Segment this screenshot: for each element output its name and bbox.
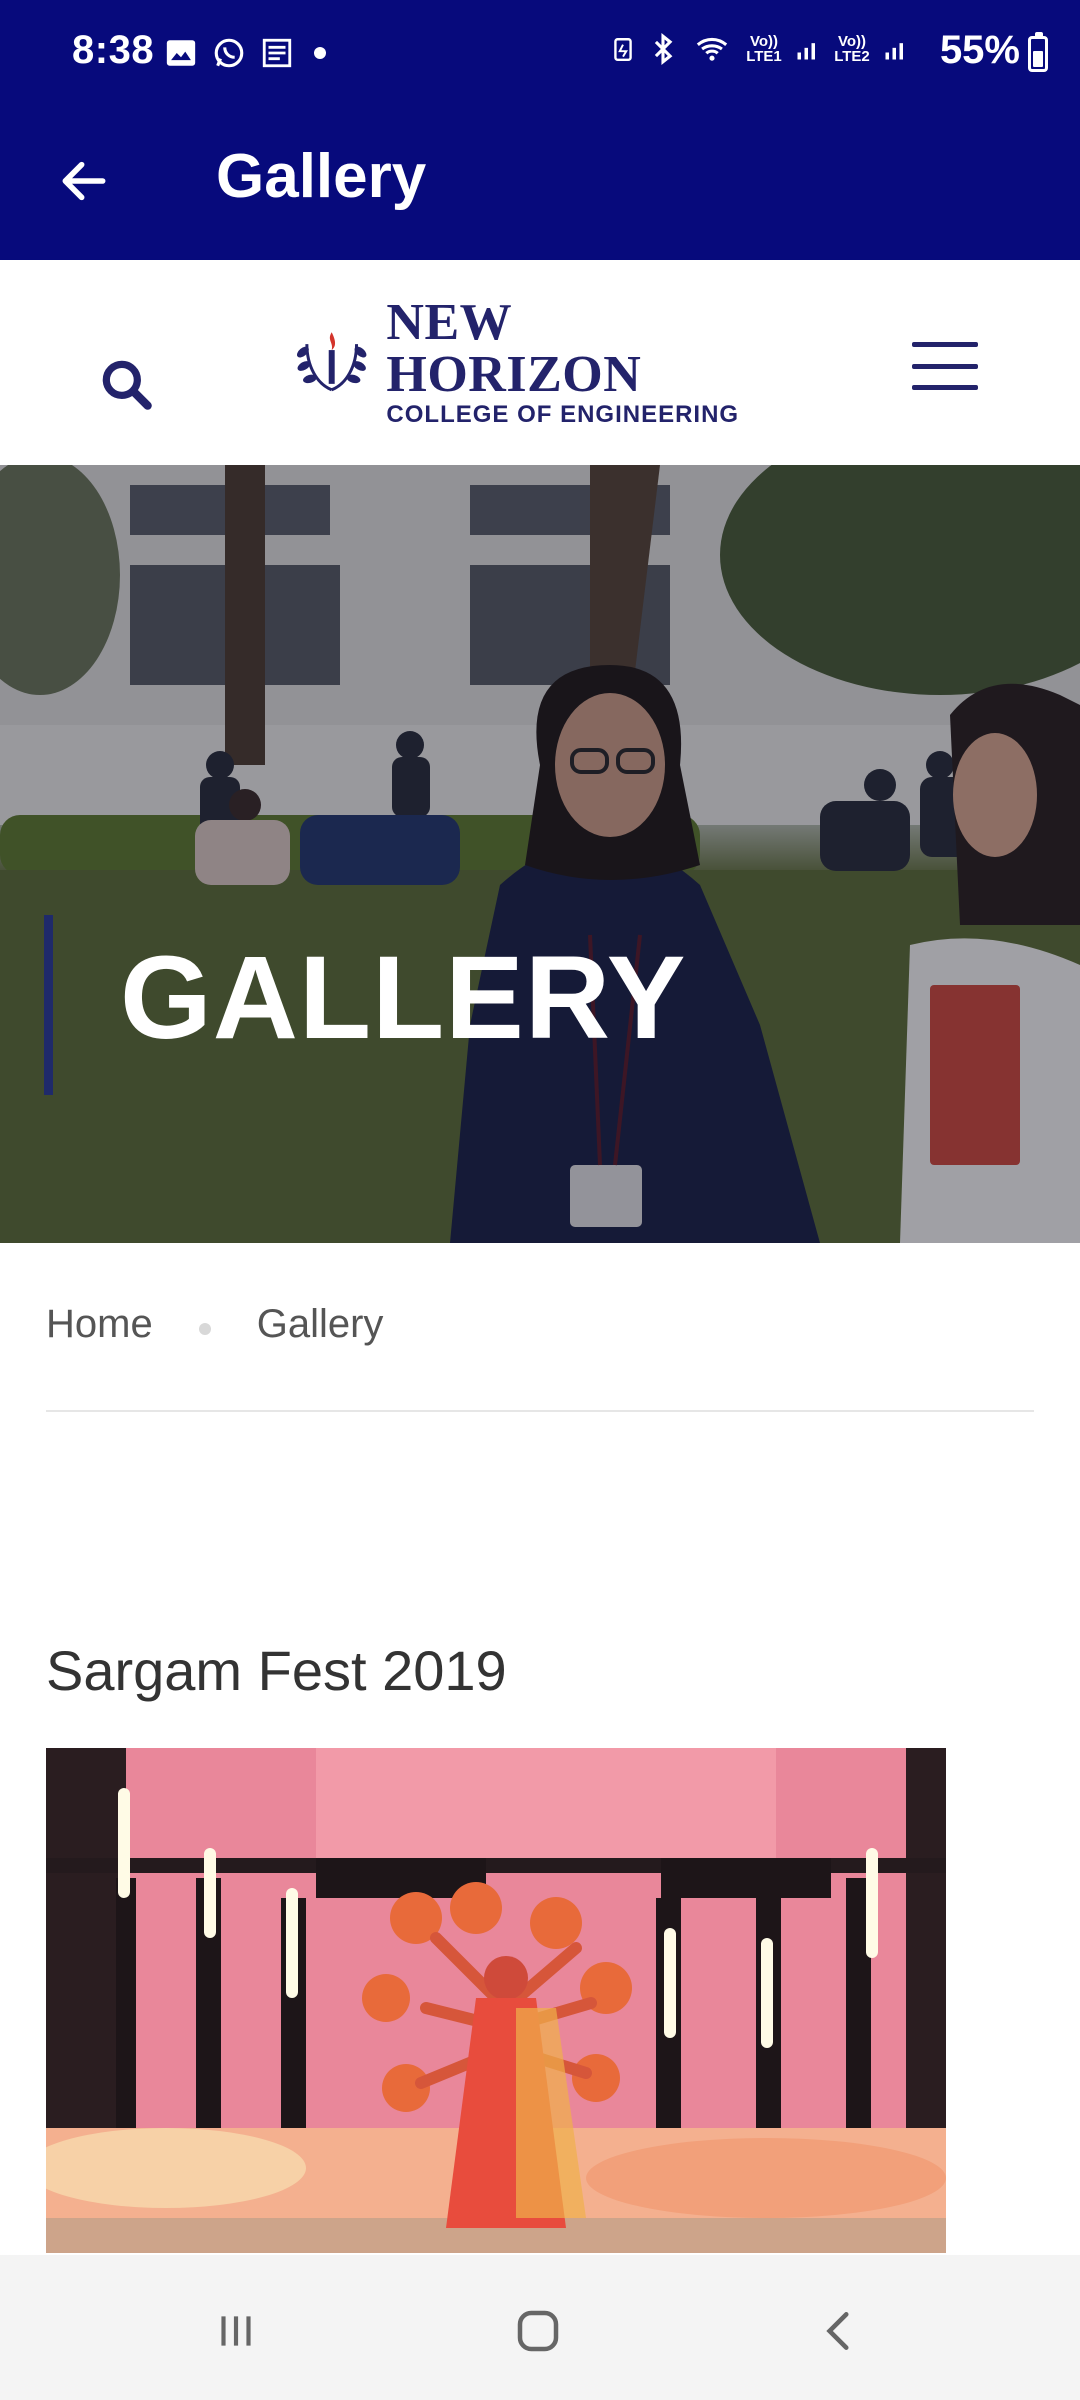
breadcrumb: Home Gallery xyxy=(46,1302,383,1347)
search-icon xyxy=(102,360,152,410)
battery-saver-icon xyxy=(614,38,632,62)
app-bar: Gallery xyxy=(0,105,1080,260)
battery-icon xyxy=(1028,32,1048,72)
gallery-photo[interactable] xyxy=(46,1748,946,2253)
system-nav-bar xyxy=(0,2255,1080,2400)
recents-icon xyxy=(221,2316,251,2346)
image-icon xyxy=(166,40,196,66)
chevron-left-icon xyxy=(826,2312,849,2350)
breadcrumb-home-link[interactable]: Home xyxy=(46,1302,153,1347)
site-header: NEW HORIZON COLLEGE OF ENGINEERING xyxy=(0,260,1080,465)
menu-icon xyxy=(912,342,978,347)
status-icons-left xyxy=(164,36,294,70)
stage-performance-image xyxy=(46,1748,946,2253)
battery-percent: 55% xyxy=(939,28,1020,72)
logo-name: NEW HORIZON xyxy=(386,294,642,403)
signal-icon xyxy=(797,43,815,60)
status-icons-right: Vo)) LTE1 Vo)) LTE2 xyxy=(610,32,910,66)
back-nav-button[interactable] xyxy=(800,2291,880,2371)
breadcrumb-current: Gallery xyxy=(256,1302,384,1346)
laurel-torch-icon xyxy=(296,332,367,392)
wifi-icon xyxy=(696,37,728,61)
whatsapp-icon xyxy=(214,38,244,68)
signal-icon xyxy=(885,43,903,60)
news-icon xyxy=(262,38,292,68)
notification-dot xyxy=(314,47,326,59)
hero-banner: GALLERY xyxy=(0,465,1080,1243)
college-logo[interactable]: NEW HORIZON COLLEGE OF ENGINEERING xyxy=(287,297,777,427)
divider xyxy=(46,1410,1034,1412)
app-title: Gallery xyxy=(216,142,427,211)
hero-overlay xyxy=(0,465,1080,1243)
home-button[interactable] xyxy=(498,2291,578,2371)
back-button[interactable] xyxy=(48,145,120,217)
recent-apps-button[interactable] xyxy=(196,2291,276,2371)
hero-title: GALLERY xyxy=(120,932,687,1064)
status-bar: 8:38 Vo)) LTE1 Vo)) LTE2 55% xyxy=(0,0,1080,105)
sim2-label: Vo)) LTE2 xyxy=(834,33,870,65)
logo-subtitle: COLLEGE OF ENGINEERING xyxy=(386,401,740,428)
search-button[interactable] xyxy=(96,354,158,416)
status-time: 8:38 xyxy=(72,28,155,72)
sim1-label: Vo)) LTE1 xyxy=(746,33,782,65)
hero-accent-bar xyxy=(44,915,53,1095)
bluetooth-icon xyxy=(654,33,673,65)
hamburger-menu-button[interactable] xyxy=(912,338,978,394)
home-icon xyxy=(517,2310,559,2352)
arrow-left-icon xyxy=(62,161,106,201)
gallery-section-title: Sargam Fest 2019 xyxy=(46,1639,507,1702)
breadcrumb-separator xyxy=(198,1322,211,1335)
